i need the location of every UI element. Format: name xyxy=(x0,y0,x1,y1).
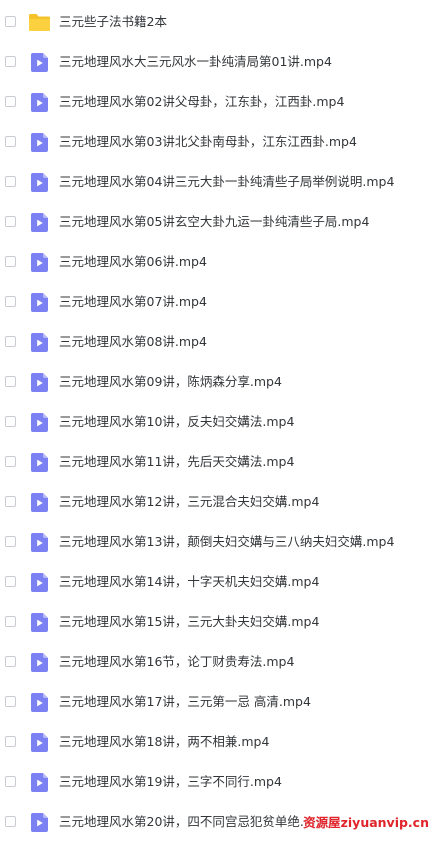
row-checkbox[interactable] xyxy=(5,416,16,427)
file-row[interactable]: 三元地理风水第08讲.mp4 xyxy=(0,323,433,363)
video-file-icon xyxy=(31,53,48,72)
row-checkbox[interactable] xyxy=(5,456,16,467)
file-row[interactable]: 三元地理风水第13讲，颠倒夫妇交媾与三八纳夫妇交媾.mp4 xyxy=(0,523,433,563)
row-checkbox[interactable] xyxy=(5,616,16,627)
row-checkbox[interactable] xyxy=(5,96,16,107)
row-checkbox[interactable] xyxy=(5,776,16,787)
file-name[interactable]: 三元地理风水第15讲，三元大卦夫妇交媾.mp4 xyxy=(59,614,319,630)
file-row[interactable]: 三元地理风水第04讲三元大卦一卦纯清些子局举例说明.mp4 xyxy=(0,163,433,203)
video-file-icon xyxy=(31,373,48,392)
row-checkbox[interactable] xyxy=(5,576,16,587)
row-checkbox[interactable] xyxy=(5,256,16,267)
row-checkbox[interactable] xyxy=(5,136,16,147)
row-checkbox[interactable] xyxy=(5,656,16,667)
file-row[interactable]: 三元地理风水第16节，论丁财贵寿法.mp4 xyxy=(0,643,433,683)
video-file-icon xyxy=(31,133,48,152)
row-checkbox[interactable] xyxy=(5,696,16,707)
file-name[interactable]: 三元地理风水第18讲，两不相兼.mp4 xyxy=(59,734,269,750)
file-name[interactable]: 三元地理风水第07讲.mp4 xyxy=(59,294,207,310)
row-checkbox[interactable] xyxy=(5,536,16,547)
file-name[interactable]: 三元地理风水第08讲.mp4 xyxy=(59,334,207,350)
folder-row[interactable]: 三元些子法书籍2本 xyxy=(0,3,433,43)
file-row[interactable]: 三元地理风水第07讲.mp4 xyxy=(0,283,433,323)
video-file-icon xyxy=(31,773,48,792)
video-file-icon xyxy=(31,573,48,592)
row-checkbox[interactable] xyxy=(5,736,16,747)
file-name[interactable]: 三元地理风水第16节，论丁财贵寿法.mp4 xyxy=(59,654,294,670)
file-name[interactable]: 三元地理风水第11讲，先后天交媾法.mp4 xyxy=(59,454,294,470)
file-list: 三元些子法书籍2本三元地理风水大三元风水一卦纯清局第01讲.mp4 三元地理风水第… xyxy=(0,3,433,843)
row-checkbox[interactable] xyxy=(5,296,16,307)
file-name[interactable]: 三元地理风水第04讲三元大卦一卦纯清些子局举例说明.mp4 xyxy=(59,174,394,190)
video-file-icon xyxy=(31,693,48,712)
file-name[interactable]: 三元地理风水第20讲，四不同宫忌犯贫单绝.mp4 xyxy=(59,814,332,830)
file-name[interactable]: 三元地理风水第17讲，三元第一忌 高清.mp4 xyxy=(59,694,311,710)
video-file-icon xyxy=(31,453,48,472)
file-name[interactable]: 三元地理风水大三元风水一卦纯清局第01讲.mp4 xyxy=(59,54,332,70)
file-name[interactable]: 三元地理风水第06讲.mp4 xyxy=(59,254,207,270)
file-name[interactable]: 三元地理风水第03讲北父卦南母卦，江东江西卦.mp4 xyxy=(59,134,357,150)
video-file-icon xyxy=(31,493,48,512)
row-checkbox[interactable] xyxy=(5,496,16,507)
file-row[interactable]: 三元地理风水第12讲，三元混合夫妇交媾.mp4 xyxy=(0,483,433,523)
file-row[interactable]: 三元地理风水第03讲北父卦南母卦，江东江西卦.mp4 xyxy=(0,123,433,163)
file-name[interactable]: 三元地理风水第05讲玄空大卦九运一卦纯清些子局.mp4 xyxy=(59,214,369,230)
file-name[interactable]: 三元地理风水第02讲父母卦，江东卦，江西卦.mp4 xyxy=(59,94,344,110)
row-checkbox[interactable] xyxy=(5,216,16,227)
row-checkbox[interactable] xyxy=(5,336,16,347)
video-file-icon xyxy=(31,613,48,632)
row-checkbox[interactable] xyxy=(5,16,16,27)
folder-icon xyxy=(29,14,50,31)
video-file-icon xyxy=(31,253,48,272)
file-row[interactable]: 三元地理风水大三元风水一卦纯清局第01讲.mp4 xyxy=(0,43,433,83)
file-row[interactable]: 三元地理风水第02讲父母卦，江东卦，江西卦.mp4 xyxy=(0,83,433,123)
file-row[interactable]: 三元地理风水第19讲，三字不同行.mp4 xyxy=(0,763,433,803)
watermark: 资源屋ziyuanvip.cn xyxy=(303,815,429,831)
video-file-icon xyxy=(31,293,48,312)
file-name[interactable]: 三元地理风水第09讲，陈炳森分享.mp4 xyxy=(59,374,282,390)
file-row[interactable]: 三元地理风水第11讲，先后天交媾法.mp4 xyxy=(0,443,433,483)
row-checkbox[interactable] xyxy=(5,176,16,187)
file-name[interactable]: 三元地理风水第12讲，三元混合夫妇交媾.mp4 xyxy=(59,494,319,510)
file-row[interactable]: 三元地理风水第05讲玄空大卦九运一卦纯清些子局.mp4 xyxy=(0,203,433,243)
video-file-icon xyxy=(31,93,48,112)
file-row[interactable]: 三元地理风水第18讲，两不相兼.mp4 xyxy=(0,723,433,763)
file-name[interactable]: 三元地理风水第10讲，反夫妇交媾法.mp4 xyxy=(59,414,294,430)
file-name[interactable]: 三元地理风水第14讲，十字天机夫妇交媾.mp4 xyxy=(59,574,319,590)
file-row[interactable]: 三元地理风水第14讲，十字天机夫妇交媾.mp4 xyxy=(0,563,433,603)
video-file-icon xyxy=(31,333,48,352)
row-checkbox[interactable] xyxy=(5,816,16,827)
file-row[interactable]: 三元地理风水第10讲，反夫妇交媾法.mp4 xyxy=(0,403,433,443)
file-name[interactable]: 三元地理风水第19讲，三字不同行.mp4 xyxy=(59,774,282,790)
video-file-icon xyxy=(31,653,48,672)
video-file-icon xyxy=(31,213,48,232)
video-file-icon xyxy=(31,733,48,752)
file-name[interactable]: 三元些子法书籍2本 xyxy=(59,14,167,30)
file-row[interactable]: 三元地理风水第09讲，陈炳森分享.mp4 xyxy=(0,363,433,403)
video-file-icon xyxy=(31,173,48,192)
file-row[interactable]: 三元地理风水第17讲，三元第一忌 高清.mp4 xyxy=(0,683,433,723)
video-file-icon xyxy=(31,813,48,832)
video-file-icon xyxy=(31,533,48,552)
row-checkbox[interactable] xyxy=(5,56,16,67)
file-name[interactable]: 三元地理风水第13讲，颠倒夫妇交媾与三八纳夫妇交媾.mp4 xyxy=(59,534,394,550)
file-row[interactable]: 三元地理风水第15讲，三元大卦夫妇交媾.mp4 xyxy=(0,603,433,643)
file-row[interactable]: 三元地理风水第06讲.mp4 xyxy=(0,243,433,283)
video-file-icon xyxy=(31,413,48,432)
row-checkbox[interactable] xyxy=(5,376,16,387)
